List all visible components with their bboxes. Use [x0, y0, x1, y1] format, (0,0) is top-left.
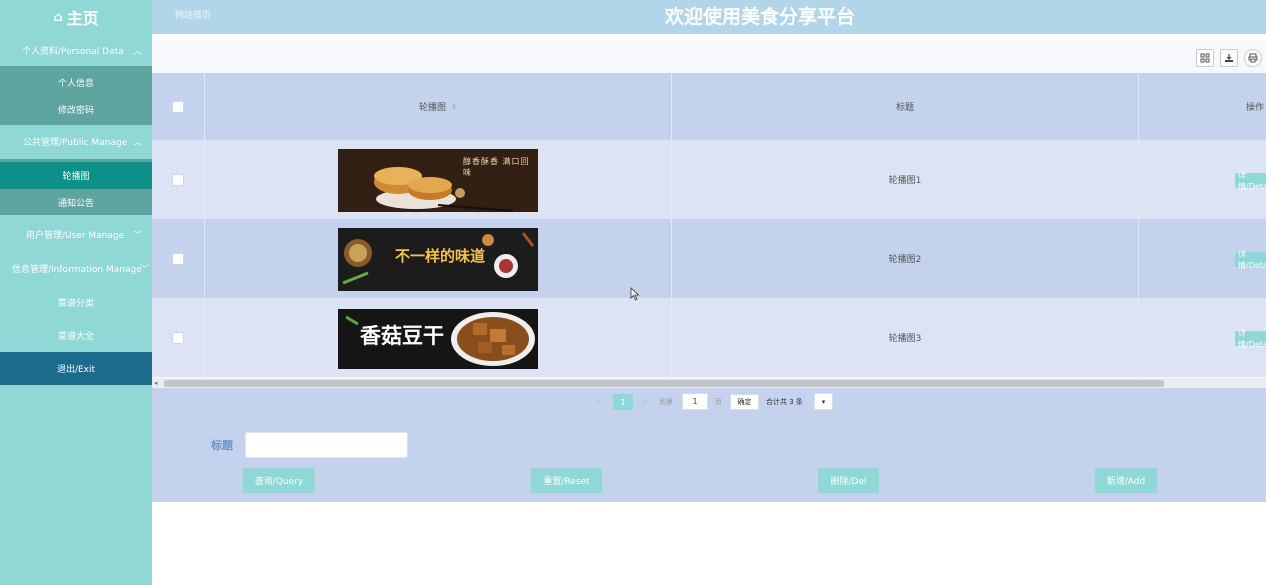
column-divider — [204, 140, 205, 219]
banner-caption: 醇香酥香 满口回味 — [463, 157, 530, 177]
print-icon[interactable] — [1244, 49, 1262, 67]
sidebar-item-profile[interactable]: 个人信息 — [0, 76, 152, 89]
row-checkbox[interactable] — [172, 173, 184, 186]
top-bar: ⌂ 主页 网站首页 欢迎使用美食分享平台 — [0, 0, 1266, 34]
sidebar-group-user[interactable]: 用户管理/User Manage ﹀ — [0, 218, 152, 250]
goto-confirm-button[interactable]: 确定 — [730, 394, 759, 410]
row-checkbox[interactable] — [172, 252, 184, 265]
chevron-up-icon: ︿ — [132, 47, 142, 57]
search-panel: 标题 查询/Query 重置/Reset 删除/Del 新增/Add — [152, 416, 1266, 502]
detail-button[interactable]: 详情/Detail — [1235, 250, 1266, 270]
pagination: < 1 > 到第 1 页 确定 合计共 3 条 ▾ — [152, 388, 1266, 416]
column-divider — [1138, 73, 1139, 140]
table-row: 醇香酥香 满口回味 轮播图1 详情/Detail — [152, 140, 1266, 219]
sidebar-group-label: 个人资料/Personal Data — [22, 46, 124, 57]
row-select-cell — [152, 140, 204, 219]
sidebar: 个人资料/Personal Data ︿ 个人信息 修改密码 公共管理/Publ… — [0, 34, 152, 585]
table-row: 不一样的味道 轮播图2 详情/Detail — [152, 219, 1266, 298]
banner-caption: 不一样的味道 — [395, 247, 486, 265]
banner-image-tofu: 香菇豆干 — [338, 309, 538, 372]
columns-icon[interactable] — [1196, 49, 1214, 67]
home-icon: ⌂ — [53, 9, 63, 25]
page-size-select[interactable]: ▾ — [814, 393, 833, 410]
table-header: 轮播图 ⇳ 标题 操作 — [152, 73, 1266, 140]
reset-button[interactable]: 重置/Reset — [531, 468, 602, 493]
submenu-personal — [0, 66, 152, 125]
column-divider — [1138, 140, 1139, 219]
page-unit-label: 页 — [715, 398, 722, 406]
column-header-title: 标题 — [672, 73, 1138, 140]
sidebar-group-label: 公共管理/Public Manage — [23, 137, 128, 148]
table-toolbar — [152, 40, 1266, 73]
sidebar-item-category[interactable]: 菜谱分类 — [0, 296, 152, 309]
column-header-label: 标题 — [895, 103, 914, 113]
select-all-checkbox[interactable] — [172, 100, 184, 113]
row-select-cell — [152, 219, 204, 298]
scrollbar-thumb[interactable] — [164, 380, 1164, 387]
sidebar-item-recipes[interactable]: 菜谱大全 — [0, 329, 152, 342]
mouse-cursor-icon — [630, 287, 640, 301]
select-all-cell — [152, 73, 204, 140]
add-button[interactable]: 新增/Add — [1095, 468, 1157, 493]
scroll-left-icon[interactable]: ◂ — [154, 379, 158, 387]
sidebar-item-exit[interactable]: 退出/Exit — [0, 352, 152, 385]
chevron-up-icon: ︿ — [132, 138, 142, 148]
page-title: 欢迎使用美食分享平台 — [664, 6, 855, 28]
chevron-down-icon: ﹀ — [139, 265, 149, 275]
sidebar-item-carousel[interactable]: 轮播图 — [0, 162, 152, 189]
row-select-cell — [152, 298, 204, 377]
sidebar-group-label: 用户管理/User Manage — [26, 230, 125, 241]
table-row: 香菇豆干 轮播图3 详情/Detail — [152, 298, 1266, 377]
sidebar-group-personal[interactable]: 个人资料/Personal Data ︿ — [0, 34, 152, 66]
column-divider — [1138, 298, 1139, 377]
sidebar-group-info[interactable]: 信息管理/Information Manage ﹀ — [0, 252, 152, 284]
chevron-down-icon: ﹀ — [132, 231, 142, 241]
banner-image-flavor: 不一样的味道 — [338, 228, 538, 291]
delete-button[interactable]: 删除/Del — [818, 468, 879, 493]
column-header-banner[interactable]: 轮播图 ⇳ — [205, 73, 671, 140]
column-header-label: 操作 — [1246, 103, 1265, 113]
row-title-cell: 轮播图3 — [888, 334, 922, 344]
site-home-link[interactable]: 网站首页 — [175, 8, 211, 21]
query-button[interactable]: 查询/Query — [243, 468, 315, 493]
row-checkbox[interactable] — [172, 331, 184, 344]
watermark: CSDN @vx2_Biye_Design — [1034, 554, 1249, 574]
home-link[interactable]: ⌂ 主页 — [0, 0, 152, 34]
column-divider — [204, 219, 205, 298]
column-header-actions: 操作 — [1246, 73, 1266, 140]
banner-image-pastry: 醇香酥香 满口回味 — [338, 149, 538, 212]
search-title-input[interactable] — [245, 432, 408, 458]
goto-page-input[interactable]: 1 — [682, 393, 708, 410]
home-label: 主页 — [66, 9, 99, 28]
total-count: 合计共 3 条 — [766, 398, 803, 406]
row-title-cell: 轮播图1 — [888, 176, 922, 186]
horizontal-scrollbar[interactable]: ◂ — [152, 378, 1266, 388]
search-title-label: 标题 — [211, 439, 233, 452]
detail-button[interactable]: 详情/Detail — [1235, 329, 1266, 349]
banner-caption: 香菇豆干 — [360, 324, 444, 348]
page-number-current[interactable]: 1 — [613, 394, 633, 410]
export-icon[interactable] — [1220, 49, 1238, 67]
sidebar-group-label: 信息管理/Information Manage — [12, 264, 142, 275]
column-header-label: 轮播图 — [419, 103, 447, 113]
goto-label: 到第 — [659, 398, 673, 406]
detail-button[interactable]: 详情/Detail — [1235, 171, 1266, 191]
main-content: 轮播图 ⇳ 标题 操作 醇香酥香 满口回味 轮播图1 详情/Deta 不一样的味… — [152, 34, 1266, 585]
prev-page-button[interactable]: < — [596, 397, 604, 407]
row-title-cell: 轮播图2 — [888, 255, 922, 265]
column-divider — [204, 298, 205, 377]
sidebar-item-password[interactable]: 修改密码 — [0, 103, 152, 116]
sort-icon[interactable]: ⇳ — [451, 103, 457, 111]
next-page-button[interactable]: > — [641, 397, 649, 407]
column-divider — [1138, 219, 1139, 298]
sidebar-item-notice[interactable]: 通知公告 — [0, 196, 152, 209]
sidebar-group-public[interactable]: 公共管理/Public Manage ︿ — [0, 125, 152, 157]
